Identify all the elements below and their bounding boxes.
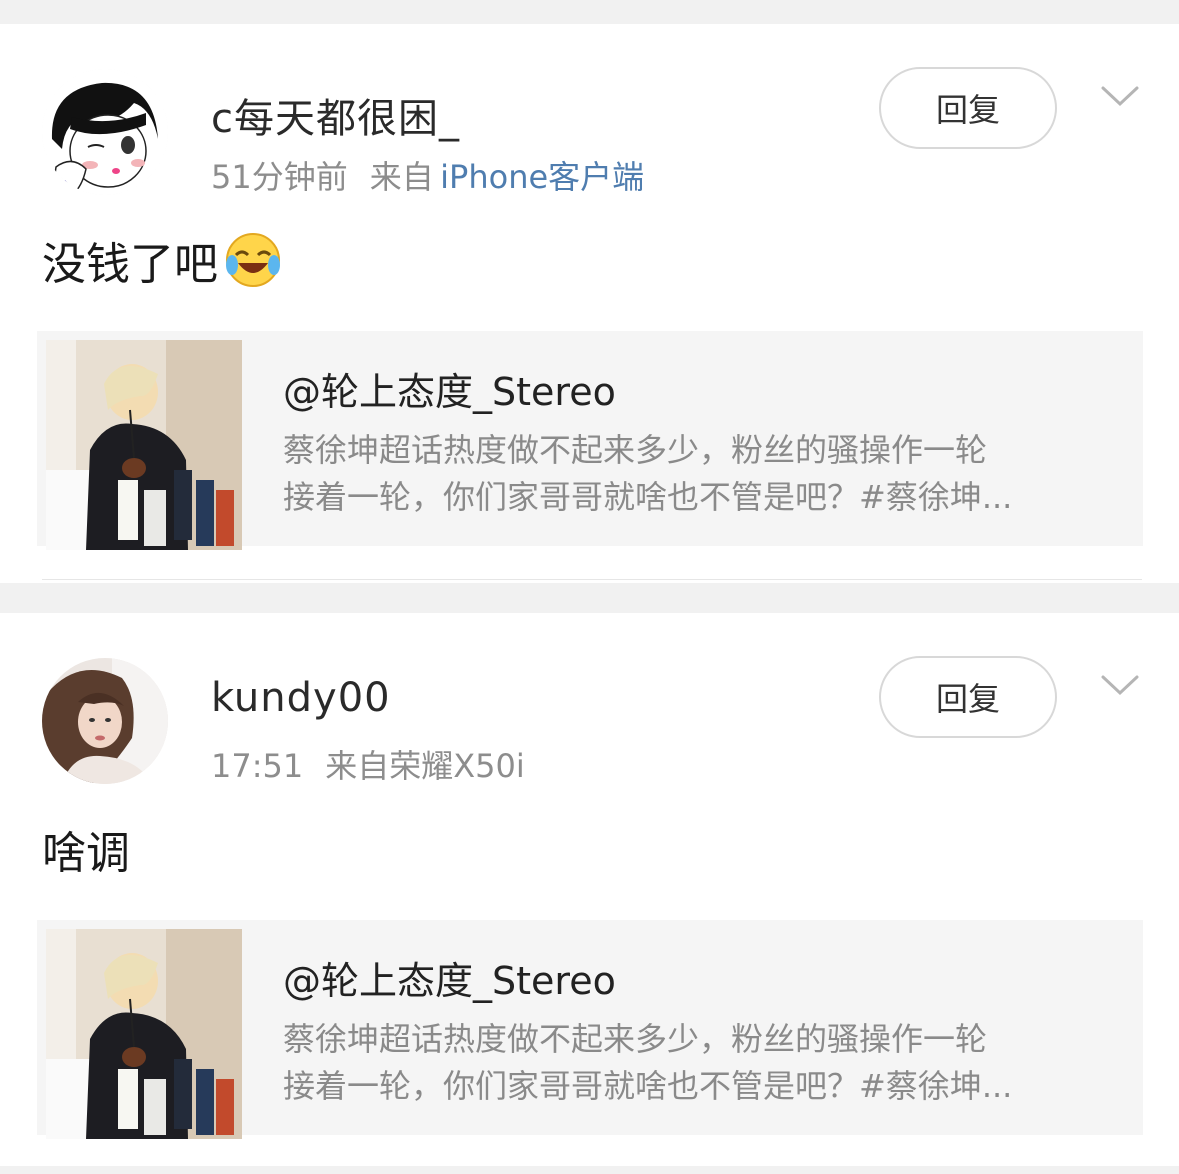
source-prefix: 来自 [369,158,434,196]
comment-card: kundy00 17:51 来自荣耀X50i 回复 啥调 @轮上态度_Stereo [0,613,1179,1166]
divider [42,579,1142,580]
shared-post-desc-line: 蔡徐坤超话热度做不起来多少，粉丝的骚操作一轮 [283,1020,988,1058]
top-divider [0,0,1179,24]
reply-button[interactable]: 回复 [879,656,1057,738]
shared-post-author: @轮上态度_Stereo [283,959,616,1003]
username[interactable]: c每天都很困_ [211,86,460,144]
shared-post-desc-line: 接着一轮，你们家哥哥就啥也不管是吧？#蔡徐坤... [283,1067,1013,1105]
comment-card: c每天都很困_ 51分钟前 来自 iPhone客户端 回复 没钱了吧 @轮上态度… [0,24,1179,584]
bottom-divider [0,1166,1179,1174]
post-time: 17:51 [211,747,304,785]
avatar[interactable] [42,658,168,784]
comment-text-value: 啥调 [42,828,130,879]
shared-post-desc: 蔡徐坤超话热度做不起来多少，粉丝的骚操作一轮 接着一轮，你们家哥哥就啥也不管是吧… [283,427,1113,521]
shared-post-thumbnail [46,340,242,550]
post-meta: 51分钟前 来自 iPhone客户端 [211,152,644,198]
chevron-down-icon[interactable] [1100,84,1140,110]
avatar[interactable] [42,69,168,195]
comment-text: 啥调 [42,817,130,881]
comment-text-value: 没钱了吧 [42,239,218,290]
post-time: 51分钟前 [211,158,348,196]
source-link[interactable]: 荣耀X50i [389,747,525,785]
shared-post-desc-line: 蔡徐坤超话热度做不起来多少，粉丝的骚操作一轮 [283,431,988,469]
username[interactable]: kundy00 [211,675,391,721]
comment-text: 没钱了吧 [42,228,282,292]
reply-button[interactable]: 回复 [879,67,1057,149]
laughing-crying-emoji-icon [226,233,280,287]
shared-post-card[interactable]: @轮上态度_Stereo 蔡徐坤超话热度做不起来多少，粉丝的骚操作一轮 接着一轮… [37,331,1143,550]
source-link[interactable]: iPhone客户端 [440,158,644,196]
chevron-down-icon[interactable] [1100,673,1140,699]
post-meta: 17:51 来自荣耀X50i [211,741,525,787]
section-divider [0,583,1179,613]
shared-post-desc: 蔡徐坤超话热度做不起来多少，粉丝的骚操作一轮 接着一轮，你们家哥哥就啥也不管是吧… [283,1016,1113,1110]
shared-post-author: @轮上态度_Stereo [283,370,616,414]
shared-post-thumbnail [46,929,242,1139]
source-prefix: 来自 [325,747,390,785]
shared-post-desc-line: 接着一轮，你们家哥哥就啥也不管是吧？#蔡徐坤... [283,478,1013,516]
shared-post-card[interactable]: @轮上态度_Stereo 蔡徐坤超话热度做不起来多少，粉丝的骚操作一轮 接着一轮… [37,920,1143,1139]
